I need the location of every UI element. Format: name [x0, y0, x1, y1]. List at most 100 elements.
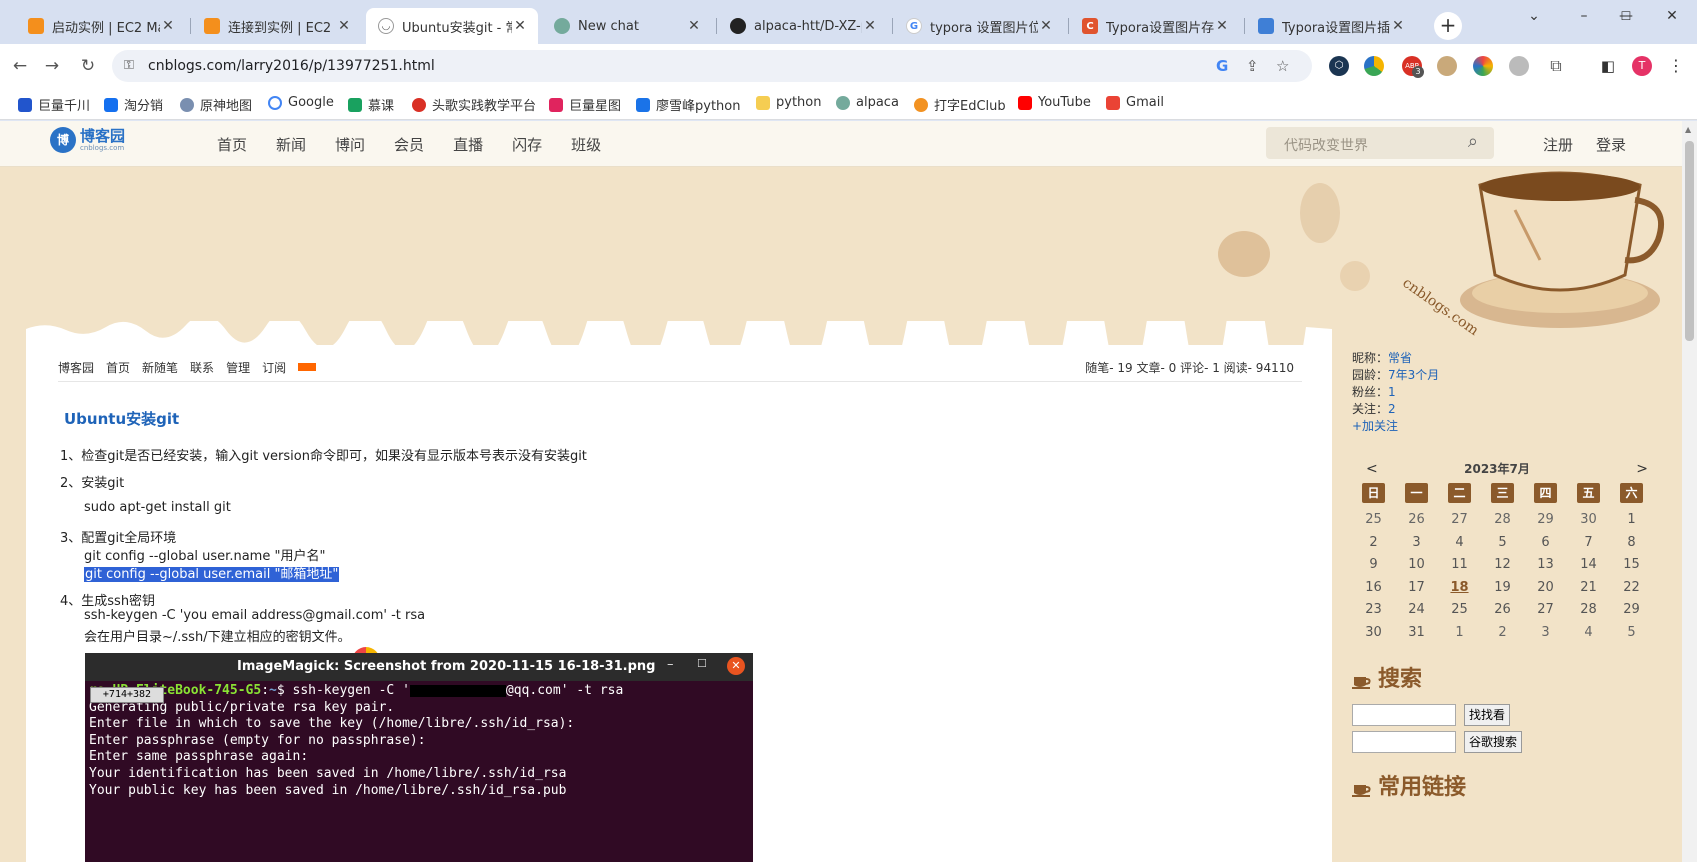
- fans-link[interactable]: 1: [1388, 385, 1396, 399]
- bookmark[interactable]: 原神地图: [180, 95, 252, 114]
- extension-icon[interactable]: [1473, 56, 1493, 76]
- bookmark[interactable]: 打字EdClub: [914, 95, 1006, 114]
- calendar-day[interactable]: 21: [1567, 578, 1610, 598]
- calendar-day[interactable]: 6: [1524, 533, 1567, 553]
- tab-close-icon[interactable]: ✕: [862, 18, 878, 34]
- nickname-link[interactable]: 常省: [1388, 351, 1412, 365]
- nav-ing[interactable]: 闪存: [512, 134, 542, 155]
- calendar-day[interactable]: 15: [1610, 555, 1653, 575]
- rss-xml-icon[interactable]: [298, 363, 317, 371]
- bookmark[interactable]: 巨量千川: [18, 95, 90, 114]
- calendar-day[interactable]: 16: [1352, 578, 1395, 598]
- tab-close-icon[interactable]: ✕: [1214, 18, 1230, 34]
- bookmark-folder[interactable]: python: [756, 95, 821, 110]
- calendar-day[interactable]: 1: [1610, 510, 1653, 530]
- calendar-day[interactable]: 25: [1352, 510, 1395, 530]
- calendar-day[interactable]: 3: [1395, 533, 1438, 553]
- calendar-day[interactable]: 5: [1610, 623, 1653, 643]
- subnav-subscribe[interactable]: 订阅: [262, 359, 286, 376]
- calendar-day[interactable]: 14: [1567, 555, 1610, 575]
- calendar-day[interactable]: 29: [1610, 600, 1653, 620]
- scrollbar-thumb[interactable]: [1685, 141, 1694, 341]
- find-button[interactable]: 找找看: [1464, 704, 1511, 726]
- calendar-day[interactable]: 2: [1481, 623, 1524, 643]
- register-link[interactable]: 注册: [1543, 134, 1573, 155]
- calendar-day[interactable]: 24: [1395, 600, 1438, 620]
- calendar-day[interactable]: 27: [1524, 600, 1567, 620]
- bookmark[interactable]: 巨量星图: [549, 95, 621, 114]
- calendar-next[interactable]: >: [1636, 457, 1648, 481]
- tab-close-icon[interactable]: ✕: [1038, 18, 1054, 34]
- minimize-button[interactable]: –: [1562, 4, 1606, 28]
- calendar-day[interactable]: 13: [1524, 555, 1567, 575]
- calendar-day[interactable]: 26: [1395, 510, 1438, 530]
- subnav-new-post[interactable]: 新随笔: [142, 359, 178, 376]
- calendar-day[interactable]: 12: [1481, 555, 1524, 575]
- scroll-up-icon[interactable]: ▲: [1685, 125, 1691, 134]
- calendar-day[interactable]: 11: [1438, 555, 1481, 575]
- address-bar[interactable]: ⚿ cnblogs.com/larry2016/p/13977251.html …: [112, 50, 1312, 82]
- tab-ubuntu-git[interactable]: ◡ Ubuntu安装git - 常 ✕: [366, 8, 538, 44]
- nav-class[interactable]: 班级: [571, 134, 601, 155]
- calendar-day[interactable]: 28: [1481, 510, 1524, 530]
- tab-new-chat[interactable]: New chat ✕: [542, 8, 712, 44]
- tab-ec2-launch[interactable]: 启动实例 | EC2 Ma ✕: [16, 8, 186, 44]
- calendar-day[interactable]: 30: [1352, 623, 1395, 643]
- tab-close-icon[interactable]: ✕: [686, 18, 702, 34]
- extension-icon[interactable]: [1509, 56, 1529, 76]
- maximize-icon[interactable]: ☐: [1604, 4, 1648, 28]
- bookmark[interactable]: YouTube: [1018, 95, 1091, 110]
- site-logo[interactable]: 博 博客园 cnblogs.com: [50, 127, 125, 153]
- kebab-menu-icon[interactable]: ⋮: [1666, 56, 1686, 76]
- calendar-day[interactable]: 23: [1352, 600, 1395, 620]
- profile-avatar[interactable]: T: [1632, 56, 1652, 76]
- follow-button[interactable]: +加关注: [1352, 419, 1398, 433]
- back-arrow-icon[interactable]: ←: [8, 54, 32, 78]
- calendar-day[interactable]: 20: [1524, 578, 1567, 598]
- bookmark[interactable]: alpaca: [836, 95, 899, 110]
- calendar-day[interactable]: 5: [1481, 533, 1524, 553]
- extension-icon[interactable]: [1364, 56, 1384, 76]
- tab-alpaca-github[interactable]: alpaca-htt/D-XZ-p ✕: [718, 8, 888, 44]
- subnav-cnblogs[interactable]: 博客园: [58, 359, 94, 376]
- nav-home[interactable]: 首页: [217, 134, 247, 155]
- tab-typora-search[interactable]: G typora 设置图片位 ✕: [894, 8, 1064, 44]
- google-search-input[interactable]: [1352, 731, 1456, 753]
- tab-typora-csdn[interactable]: C Typora设置图片存 ✕: [1070, 8, 1240, 44]
- calendar-day[interactable]: 29: [1524, 510, 1567, 530]
- tab-close-icon[interactable]: ✕: [1390, 18, 1406, 34]
- search-icon[interactable]: ⌕: [1468, 131, 1478, 152]
- tab-ec2-connect[interactable]: 连接到实例 | EC2 M ✕: [192, 8, 362, 44]
- google-icon[interactable]: G: [1216, 57, 1228, 75]
- forward-arrow-icon[interactable]: →: [40, 54, 64, 78]
- subnav-contact[interactable]: 联系: [190, 359, 214, 376]
- nav-q[interactable]: 博问: [335, 134, 365, 155]
- calendar-day[interactable]: 17: [1395, 578, 1438, 598]
- page-scrollbar[interactable]: ▲: [1682, 121, 1697, 862]
- calendar-prev[interactable]: <: [1366, 457, 1378, 481]
- calendar-day[interactable]: 18: [1438, 578, 1481, 598]
- site-info-icon[interactable]: ⚿: [124, 58, 134, 73]
- post-title[interactable]: Ubuntu安装git: [64, 408, 179, 429]
- calendar-day[interactable]: 3: [1524, 623, 1567, 643]
- calendar-day[interactable]: 28: [1567, 600, 1610, 620]
- subnav-home[interactable]: 首页: [106, 359, 130, 376]
- share-icon[interactable]: ⇪: [1246, 57, 1259, 75]
- new-tab-button[interactable]: +: [1434, 12, 1462, 40]
- calendar-day[interactable]: 2: [1352, 533, 1395, 553]
- calendar-day[interactable]: 4: [1438, 533, 1481, 553]
- extension-icon[interactable]: ⬡: [1329, 56, 1349, 76]
- site-search-input[interactable]: 代码改变世界 ⌕: [1266, 127, 1494, 159]
- calendar-day[interactable]: 27: [1438, 510, 1481, 530]
- calendar-day[interactable]: 22: [1610, 578, 1653, 598]
- sidebar-icon[interactable]: ◧: [1598, 56, 1618, 76]
- login-link[interactable]: 登录: [1596, 134, 1626, 155]
- bookmark[interactable]: 淘分销: [104, 95, 163, 114]
- following-link[interactable]: 2: [1388, 402, 1396, 416]
- calendar-day[interactable]: 26: [1481, 600, 1524, 620]
- star-icon[interactable]: ☆: [1276, 57, 1289, 75]
- close-window-icon[interactable]: ✕: [1650, 4, 1694, 28]
- calendar-day[interactable]: 7: [1567, 533, 1610, 553]
- tab-typora-insert[interactable]: Typora设置图片插 ✕: [1246, 8, 1416, 44]
- calendar-day[interactable]: 31: [1395, 623, 1438, 643]
